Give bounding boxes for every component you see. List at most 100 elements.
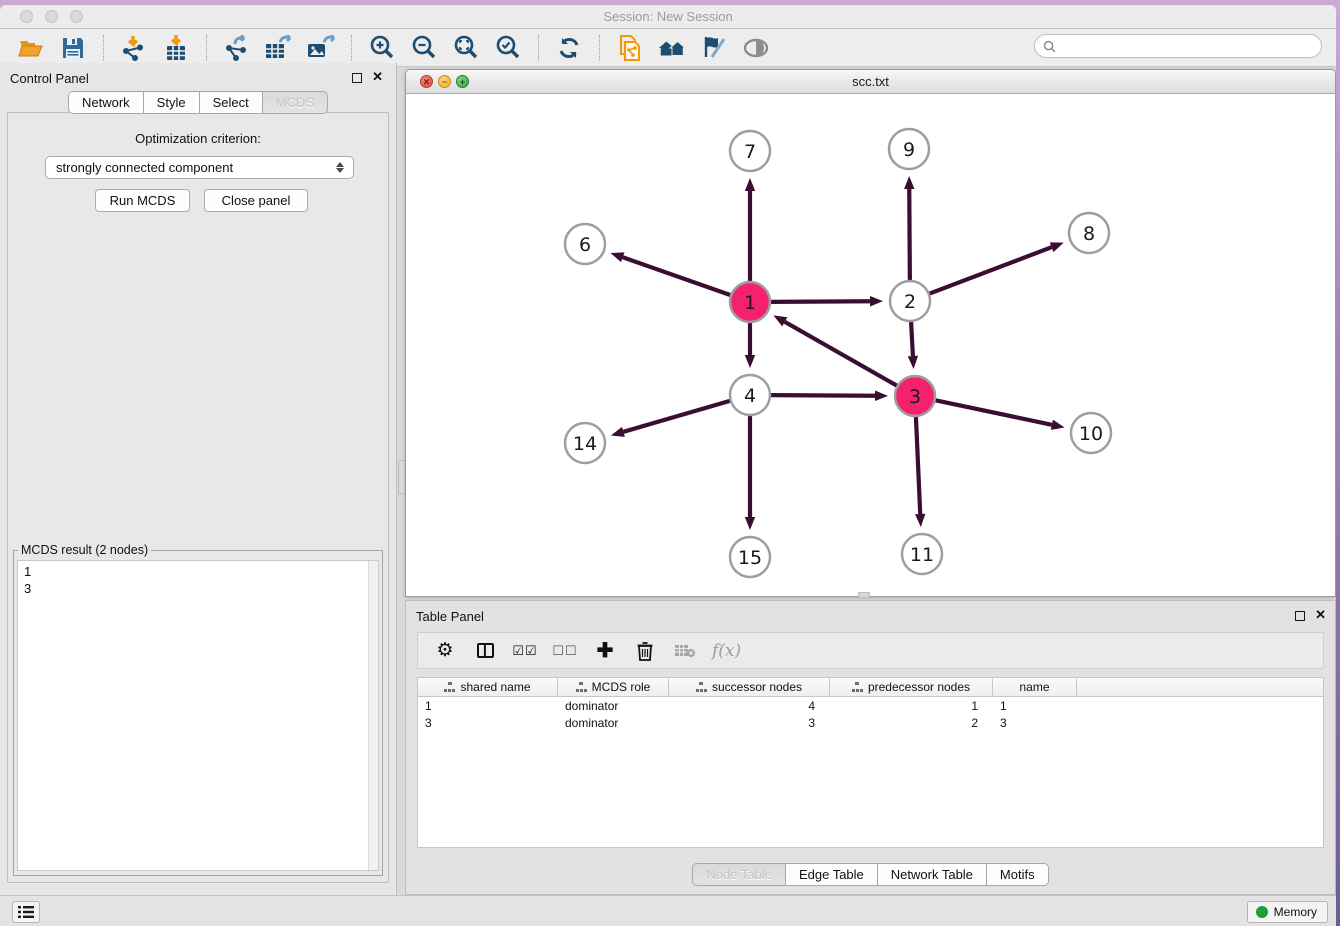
graph-edge-3-10[interactable] — [936, 400, 1065, 430]
toolbar-separator — [599, 35, 600, 61]
graph-node-11[interactable]: 11 — [902, 534, 942, 574]
control-panel: Control Panel ✕ Network Style Select MCD… — [0, 63, 397, 895]
save-session-icon[interactable] — [58, 33, 88, 63]
tab-node-table[interactable]: Node Table — [692, 863, 786, 886]
criterion-dropdown[interactable]: strongly connected component — [45, 156, 354, 179]
open-file-icon[interactable] — [16, 33, 46, 63]
column-header-successor-nodes[interactable]: successor nodes — [669, 678, 830, 696]
export-network-icon[interactable] — [222, 33, 252, 63]
graph-edge-1-4[interactable] — [745, 323, 755, 368]
graph-edge-2-3[interactable] — [908, 322, 918, 369]
network-graph-canvas[interactable]: 7 9 6 8 1 2 4 3 14 10 15 11 — [406, 93, 1335, 596]
deselect-all-columns-icon[interactable]: ☐☐ — [552, 638, 578, 664]
column-type-icon — [576, 682, 587, 692]
graph-edge-1-6[interactable] — [610, 252, 730, 295]
column-header-mcds-role[interactable]: MCDS role — [558, 678, 669, 696]
tab-network-table[interactable]: Network Table — [878, 863, 987, 886]
refresh-icon[interactable] — [554, 33, 584, 63]
table-row[interactable]: 1 dominator 4 1 1 — [418, 697, 1323, 714]
column-type-icon — [696, 682, 707, 692]
graph-edge-2-8[interactable] — [930, 242, 1064, 293]
graph-node-6[interactable]: 6 — [565, 224, 605, 264]
run-mcds-button[interactable]: Run MCDS — [95, 189, 190, 212]
tab-edge-table[interactable]: Edge Table — [786, 863, 878, 886]
graph-edge-2-9[interactable] — [904, 176, 914, 280]
graph-node-15[interactable]: 15 — [730, 537, 770, 577]
graph-node-3[interactable]: 3 — [895, 376, 935, 416]
status-bar: Memory — [0, 895, 1336, 926]
close-panel-button[interactable]: Close panel — [204, 189, 308, 212]
close-table-panel-icon[interactable]: ✕ — [1315, 608, 1326, 621]
graph-edge-1-7[interactable] — [745, 178, 755, 281]
show-columns-icon[interactable] — [472, 638, 498, 664]
graph-edge-4-3[interactable] — [771, 391, 888, 401]
import-table-icon[interactable] — [161, 33, 191, 63]
desktop: Session: New Session — [0, 0, 1340, 926]
dropdown-stepper-icon — [330, 162, 350, 173]
mcds-result-area[interactable]: 1 3 — [17, 560, 379, 871]
close-panel-icon[interactable]: ✕ — [372, 70, 383, 83]
table-row[interactable]: 3 dominator 3 2 3 — [418, 714, 1323, 731]
svg-text:1: 1 — [744, 292, 756, 314]
search-input[interactable] — [1060, 38, 1321, 54]
task-history-button[interactable] — [12, 901, 40, 923]
select-all-columns-icon[interactable]: ☑☑ — [512, 638, 538, 664]
graph-node-7[interactable]: 7 — [730, 131, 770, 171]
svg-text:9: 9 — [903, 139, 915, 161]
toggle-view-icon[interactable] — [741, 33, 771, 63]
graph-node-2[interactable]: 2 — [890, 281, 930, 321]
list-icon — [18, 905, 34, 919]
graph-edge-4-15[interactable] — [745, 416, 755, 530]
zoom-fit-icon[interactable] — [451, 33, 481, 63]
table-toolbar: ⚙ ☑☑ ☐☐ ✚ f(x) — [417, 632, 1324, 669]
export-image-icon[interactable] — [306, 33, 336, 63]
hide-annotations-icon[interactable] — [699, 33, 729, 63]
search-field[interactable] — [1034, 34, 1322, 58]
svg-text:7: 7 — [744, 141, 756, 163]
home-icon[interactable] — [657, 33, 687, 63]
result-scrollbar[interactable] — [368, 561, 378, 870]
tab-network[interactable]: Network — [68, 91, 144, 114]
clone-network-icon[interactable] — [615, 33, 645, 63]
column-header-shared-name[interactable]: shared name — [418, 678, 558, 696]
column-header-predecessor-nodes[interactable]: predecessor nodes — [830, 678, 993, 696]
graph-node-8[interactable]: 8 — [1069, 213, 1109, 253]
graph-node-4[interactable]: 4 — [730, 375, 770, 415]
svg-text:4: 4 — [744, 385, 756, 407]
search-icon — [1043, 40, 1056, 53]
float-table-panel-icon[interactable] — [1295, 611, 1305, 621]
tab-motifs[interactable]: Motifs — [987, 863, 1049, 886]
graph-node-10[interactable]: 10 — [1071, 413, 1111, 453]
graph-edge-4-14[interactable] — [611, 401, 730, 437]
vertical-splitter-handle[interactable] — [398, 460, 405, 494]
zoom-selected-icon[interactable] — [493, 33, 523, 63]
control-panel-tabs: Network Style Select MCDS — [0, 91, 396, 114]
memory-button[interactable]: Memory — [1247, 901, 1328, 923]
import-network-icon[interactable] — [119, 33, 149, 63]
graph-node-1[interactable]: 1 — [730, 282, 770, 322]
float-panel-icon[interactable] — [352, 73, 362, 83]
graph-node-14[interactable]: 14 — [565, 423, 605, 463]
delete-column-trash-icon[interactable] — [632, 638, 658, 664]
mcds-tab-content: Optimization criterion: strongly connect… — [7, 112, 389, 883]
graph-edge-1-2[interactable] — [771, 296, 883, 306]
tab-style[interactable]: Style — [144, 91, 200, 114]
export-table-icon[interactable] — [264, 33, 294, 63]
network-window-titlebar[interactable]: ✕ − + scc.txt — [406, 70, 1335, 94]
zoom-in-icon[interactable] — [367, 33, 397, 63]
column-header-name[interactable]: name — [993, 678, 1077, 696]
table-settings-gear-icon[interactable]: ⚙ — [432, 638, 458, 664]
titlebar: Session: New Session — [0, 5, 1336, 29]
zoom-out-icon[interactable] — [409, 33, 439, 63]
graph-edge-3-11[interactable] — [915, 417, 925, 527]
graph-node-9[interactable]: 9 — [889, 129, 929, 169]
toolbar-separator — [351, 35, 352, 61]
tab-select[interactable]: Select — [200, 91, 263, 114]
tab-mcds[interactable]: MCDS — [263, 91, 328, 114]
graph-edge-3-1[interactable] — [773, 315, 896, 385]
table-panel: Table Panel ✕ ⚙ ☑☑ ☐☐ ✚ f(x) — [405, 600, 1336, 895]
memory-label: Memory — [1274, 905, 1317, 919]
svg-text:8: 8 — [1083, 223, 1095, 245]
add-column-icon[interactable]: ✚ — [592, 638, 618, 664]
horizontal-splitter-handle[interactable] — [858, 592, 870, 598]
